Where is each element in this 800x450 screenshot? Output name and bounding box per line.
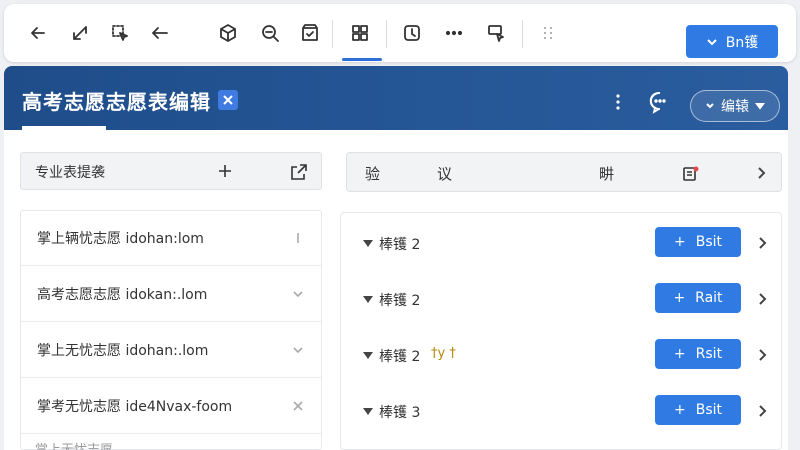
- primary-action-label: Bn镬: [725, 34, 759, 51]
- active-tool-indicator: [342, 58, 382, 61]
- toolbar-separator: [386, 20, 387, 48]
- top-toolbar: Bn镬: [4, 4, 796, 62]
- active-tab-indicator: [22, 126, 106, 130]
- left-panel-header: 专业表提袭: [20, 152, 322, 190]
- divider-icon: [289, 229, 307, 247]
- row-action-button[interactable]: + Rait: [655, 283, 741, 313]
- header-cell: 议: [437, 165, 453, 183]
- chevron-right-icon[interactable]: [755, 235, 769, 249]
- row-tag: †y †: [431, 346, 456, 361]
- add-icon[interactable]: [215, 161, 235, 181]
- chevron-down-icon[interactable]: [289, 285, 307, 303]
- chevron-right-icon[interactable]: [755, 347, 769, 361]
- list-item-label: 掌上辆忧志愿 idohan:lom: [37, 231, 204, 247]
- notification-icon[interactable]: [681, 164, 701, 184]
- row-action-label: Bsit: [695, 234, 722, 250]
- caret-down-icon[interactable]: [363, 296, 373, 303]
- cursor-select-icon[interactable]: [106, 19, 134, 47]
- resize-icon[interactable]: [66, 19, 94, 47]
- plus-icon: +: [673, 346, 686, 362]
- right-row-list: 棒镬 2 + Bsit 棒镬 2 + Rait 棒镬 2 †y † + Rsit: [340, 212, 782, 450]
- row-label: 棒镬 3: [379, 405, 421, 421]
- page-title: 高考志愿志愿表编辑: [22, 90, 211, 114]
- plus-icon: +: [673, 402, 686, 418]
- close-icon[interactable]: [289, 397, 307, 415]
- window-header: 高考志愿志愿表编辑 编辕: [4, 66, 788, 130]
- chevron-right-icon[interactable]: [755, 291, 769, 305]
- zoom-icon[interactable]: [256, 19, 284, 47]
- arrow-left-alt-icon[interactable]: [146, 19, 174, 47]
- left-item-list: 掌上辆忧志愿 idohan:lom 高考志愿志愿 idokan:.lom 掌上无…: [20, 210, 322, 450]
- caret-down-icon[interactable]: [363, 240, 373, 247]
- table-row[interactable]: 棒镬 2 †y † + Rsit: [341, 327, 781, 383]
- table-row[interactable]: 棒镬 2 + Rait: [341, 271, 781, 327]
- chevron-down-icon: [706, 103, 714, 109]
- list-item[interactable]: 掌考无忧志愿 ide4Nvax-foom: [21, 379, 321, 434]
- row-action-button[interactable]: + Bsit: [655, 395, 741, 425]
- list-item-label: 掌考无忧志愿 ide4Nvax-foom: [37, 399, 233, 415]
- row-action-label: Bsit: [695, 402, 722, 418]
- caret-down-icon[interactable]: [363, 408, 373, 415]
- arrow-left-icon[interactable]: [24, 19, 52, 47]
- timer-icon[interactable]: [398, 19, 426, 47]
- grid-icon[interactable]: [346, 19, 374, 47]
- row-action-label: Rsit: [695, 346, 723, 362]
- caret-down-icon: [755, 103, 765, 110]
- drag-handle-icon[interactable]: [534, 19, 562, 47]
- list-item-label: 掌上无忧志愿 idohan:.lom: [37, 343, 209, 359]
- row-action-label: Rait: [695, 290, 723, 306]
- chevron-down-icon[interactable]: [289, 341, 307, 359]
- list-item[interactable]: 高考志愿志愿 idokan:.lom: [21, 267, 321, 322]
- cube-icon[interactable]: [214, 19, 242, 47]
- right-panel-header: 验 议 畊: [346, 152, 782, 192]
- export-icon[interactable]: [289, 162, 309, 182]
- row-action-button[interactable]: + Bsit: [655, 227, 741, 257]
- row-label: 棒镬 2: [379, 293, 421, 309]
- left-panel-title: 专业表提袭: [35, 165, 105, 181]
- chevron-right-icon[interactable]: [753, 165, 769, 181]
- row-label: 棒镬 2: [379, 237, 421, 253]
- list-item[interactable]: 掌上无忧志愿 idohan:.lom: [21, 323, 321, 378]
- edit-dropdown-label: 编辕: [721, 99, 749, 115]
- list-item-peek: 掌上无忧志愿: [35, 439, 113, 450]
- editor-window: 高考志愿志愿表编辑 编辕 专业表提袭 掌上辆忧志愿 idohan:lom 高考志…: [4, 66, 788, 450]
- toolbar-separator: [522, 20, 523, 48]
- select-tool-icon[interactable]: [482, 19, 510, 47]
- chat-icon[interactable]: [648, 90, 672, 114]
- list-item[interactable]: 掌上辆忧志愿 idohan:lom: [21, 211, 321, 266]
- header-cell: 验: [365, 165, 381, 183]
- more-horizontal-icon[interactable]: [440, 19, 468, 47]
- header-cell: 畊: [599, 165, 615, 183]
- table-row[interactable]: 棒镬 3 + Bsit: [341, 383, 781, 439]
- more-vertical-icon[interactable]: [608, 92, 628, 112]
- plus-icon: +: [673, 234, 686, 250]
- caret-down-icon[interactable]: [363, 352, 373, 359]
- edit-dropdown[interactable]: 编辕: [690, 90, 780, 122]
- primary-action-button[interactable]: Bn镬: [686, 25, 778, 58]
- table-row[interactable]: 棒镬 2 + Bsit: [341, 215, 781, 271]
- close-title-button[interactable]: [218, 90, 238, 110]
- row-label: 棒镬 2: [379, 349, 421, 365]
- close-icon: [223, 95, 233, 105]
- box-check-icon[interactable]: [296, 19, 324, 47]
- chevron-right-icon[interactable]: [755, 403, 769, 417]
- chevron-down-icon: [707, 38, 717, 45]
- plus-icon: +: [673, 290, 686, 306]
- list-item-label: 高考志愿志愿 idokan:.lom: [37, 287, 208, 303]
- toolbar-separator: [332, 20, 333, 48]
- row-action-button[interactable]: + Rsit: [655, 339, 741, 369]
